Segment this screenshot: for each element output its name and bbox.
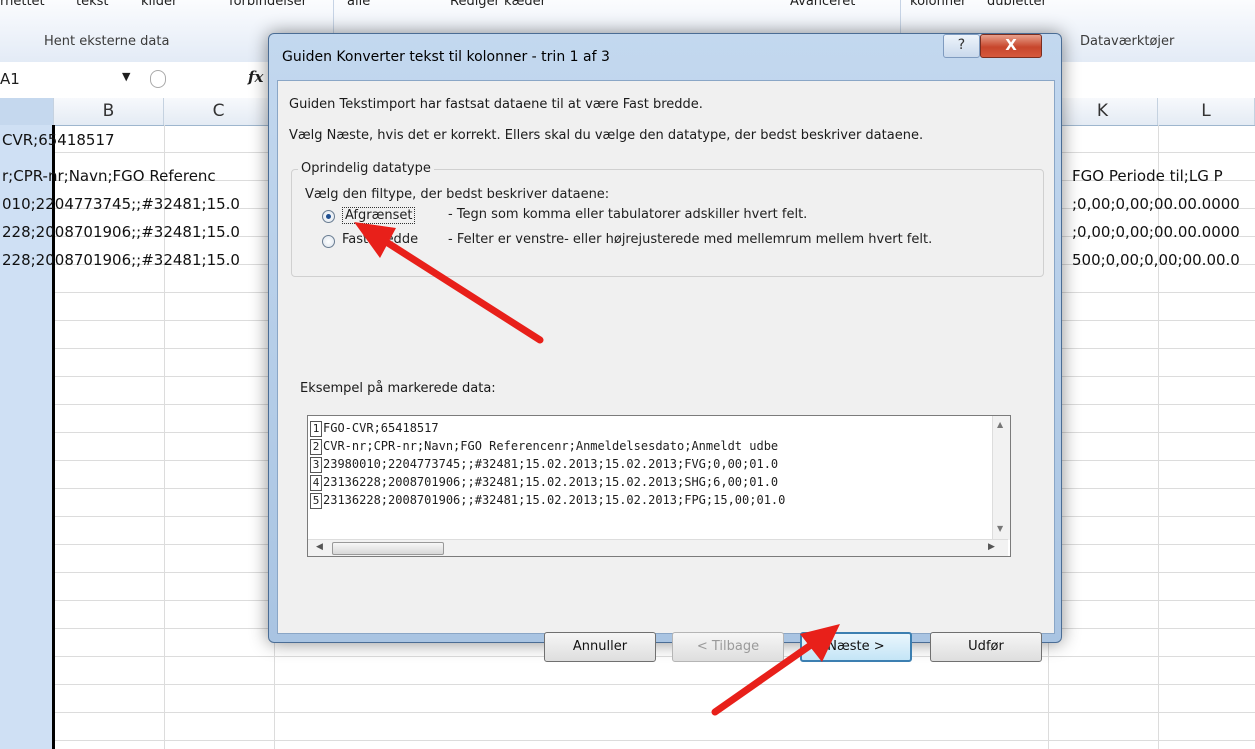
dialog-title: Guiden Konverter tekst til kolonner - tr… [282, 49, 610, 65]
preview-line-number: 5 [310, 493, 322, 509]
cell-row-4[interactable]: 228;2008701906;;#32481;15.0 [2, 223, 240, 241]
radio-fixed-width[interactable] [322, 235, 335, 248]
scroll-up-icon[interactable]: ▲ [997, 420, 1003, 429]
cell-right-row-3[interactable]: ;0,00;0,00;00.00.0000 [1072, 195, 1240, 213]
ribbon-group-hent: Hent eksterne data [44, 34, 170, 49]
selected-column-a [0, 125, 54, 749]
ribbon-label-forbindelser[interactable]: forbindelser [229, 0, 307, 9]
name-box-value: A1 [0, 70, 20, 88]
gridline-row [54, 740, 1255, 741]
option-fixed-width-label[interactable]: Fast bredde [342, 232, 418, 247]
column-header-k[interactable]: K [1048, 98, 1158, 125]
horizontal-scrollbar[interactable]: ◀ ▶ [308, 539, 1008, 556]
ribbon-label-avanceret[interactable]: Avanceret [790, 0, 855, 9]
preview-content: 1 FGO-CVR;65418517 2 CVR-nr;CPR-nr;Navn;FG… [308, 416, 1008, 540]
preview-line: 4 23136228;2008701906;;#32481;15.02.2013;… [310, 475, 778, 492]
finish-button[interactable]: Udfør [930, 632, 1042, 662]
preview-line-number: 4 [310, 475, 322, 491]
column-header-a[interactable] [0, 98, 54, 125]
scroll-down-icon[interactable]: ▼ [997, 524, 1003, 533]
cell-row-3[interactable]: 010;2204773745;;#32481;15.0 [2, 195, 240, 213]
option-delimited-label[interactable]: Afgrænset [342, 207, 416, 224]
cell-row-5[interactable]: 228;2008701906;;#32481;15.0 [2, 251, 240, 269]
scroll-left-icon[interactable]: ◀ [316, 542, 323, 552]
ribbon-label-tekst[interactable]: tekst [76, 0, 109, 9]
active-column-border [52, 125, 55, 749]
column-header-l[interactable]: L [1158, 98, 1255, 125]
cell-right-row-5[interactable]: 500;0,00;0,00;00.00.0 [1072, 251, 1240, 269]
round-button-icon[interactable] [150, 70, 166, 88]
cancel-button[interactable]: Annuller [544, 632, 656, 662]
preview-line-text: 23136228;2008701906;;#32481;15.02.2013;1… [323, 493, 786, 507]
preview-line-text: CVR-nr;CPR-nr;Navn;FGO Referencenr;Anmel… [323, 439, 779, 453]
next-button[interactable]: Næste > [800, 632, 912, 662]
preview-line: 2 CVR-nr;CPR-nr;Navn;FGO Referencenr;Anme… [310, 439, 778, 456]
vertical-scrollbar[interactable]: ▲ ▼ [992, 416, 1010, 540]
dialog-body: Guiden Tekstimport har fastsat dataene t… [277, 80, 1055, 662]
column-header-c[interactable]: C [164, 98, 274, 125]
radio-delimited[interactable] [322, 210, 335, 223]
preview-line: 3 23980010;2204773745;;#32481;15.02.2013;… [310, 457, 778, 474]
option-delimited-desc: - Tegn som komma eller tabulatorer adski… [448, 207, 808, 222]
gridline-row [54, 712, 1255, 713]
back-button[interactable]: < Tilbage [672, 632, 784, 662]
intro-text-1: Guiden Tekstimport har fastsat dataene t… [289, 97, 703, 112]
cell-right-row-2[interactable]: FGO Periode til;LG P [1072, 167, 1223, 185]
preview-line-number: 1 [310, 421, 322, 437]
preview-line-number: 3 [310, 457, 322, 473]
preview-line: 5 23136228;2008701906;;#32481;15.02.2013;… [310, 493, 785, 510]
cell-row-2[interactable]: r;CPR-nr;Navn;FGO Referenc [2, 167, 216, 185]
ribbon-label-kolonner[interactable]: kolonner [910, 0, 966, 9]
preview-line-text: 23136228;2008701906;;#32481;15.02.2013;1… [323, 475, 779, 489]
help-button[interactable]: ? [943, 34, 980, 58]
cell-right-row-4[interactable]: ;0,00;0,00;00.00.0000 [1072, 223, 1240, 241]
data-preview[interactable]: 1 FGO-CVR;65418517 2 CVR-nr;CPR-nr;Navn;FG… [307, 415, 1011, 557]
convert-text-wizard-dialog: Guiden Konverter tekst til kolonner - tr… [268, 33, 1062, 662]
column-header-b[interactable]: B [54, 98, 164, 125]
ribbon-label-rediger[interactable]: Rediger kæder [450, 0, 546, 9]
gridline-row [54, 684, 1255, 685]
preview-title: Eksempel på markerede data: [300, 381, 496, 396]
data-type-group: Oprindelig datatype Vælg den filtype, de… [291, 161, 1044, 277]
ribbon-label-rnettet[interactable]: rnettet [0, 0, 45, 9]
ribbon-label-kilder[interactable]: kilder [141, 0, 177, 9]
preview-line: 1 FGO-CVR;65418517 [310, 421, 439, 438]
fx-icon[interactable]: fx [248, 68, 263, 86]
gridline-col [1158, 125, 1159, 749]
gridline-col [164, 125, 165, 749]
group-prompt: Vælg den filtype, der bedst beskriver da… [305, 187, 610, 202]
scroll-right-icon[interactable]: ▶ [988, 542, 995, 552]
preview-line-number: 2 [310, 439, 322, 455]
preview-line-text: FGO-CVR;65418517 [323, 421, 439, 435]
ribbon-group-datavaerktoejer: Dataværktøjer [1080, 34, 1175, 49]
scroll-thumb[interactable] [332, 542, 444, 555]
option-fixed-width-desc: - Felter er venstre- eller højrejustered… [448, 232, 933, 247]
ribbon-label-dubletter[interactable]: dubletter [987, 0, 1047, 9]
chevron-down-icon[interactable]: ▼ [122, 70, 130, 83]
cell-row-1[interactable]: CVR;65418517 [2, 131, 115, 149]
ribbon-label-alle[interactable]: alle [347, 0, 370, 9]
group-title: Oprindelig datatype [298, 161, 434, 176]
close-button[interactable]: X [980, 34, 1042, 58]
preview-line-text: 23980010;2204773745;;#32481;15.02.2013;1… [323, 457, 779, 471]
name-box[interactable]: A1 ▼ [0, 70, 145, 90]
intro-text-2: Vælg Næste, hvis det er korrekt. Ellers … [289, 128, 924, 143]
